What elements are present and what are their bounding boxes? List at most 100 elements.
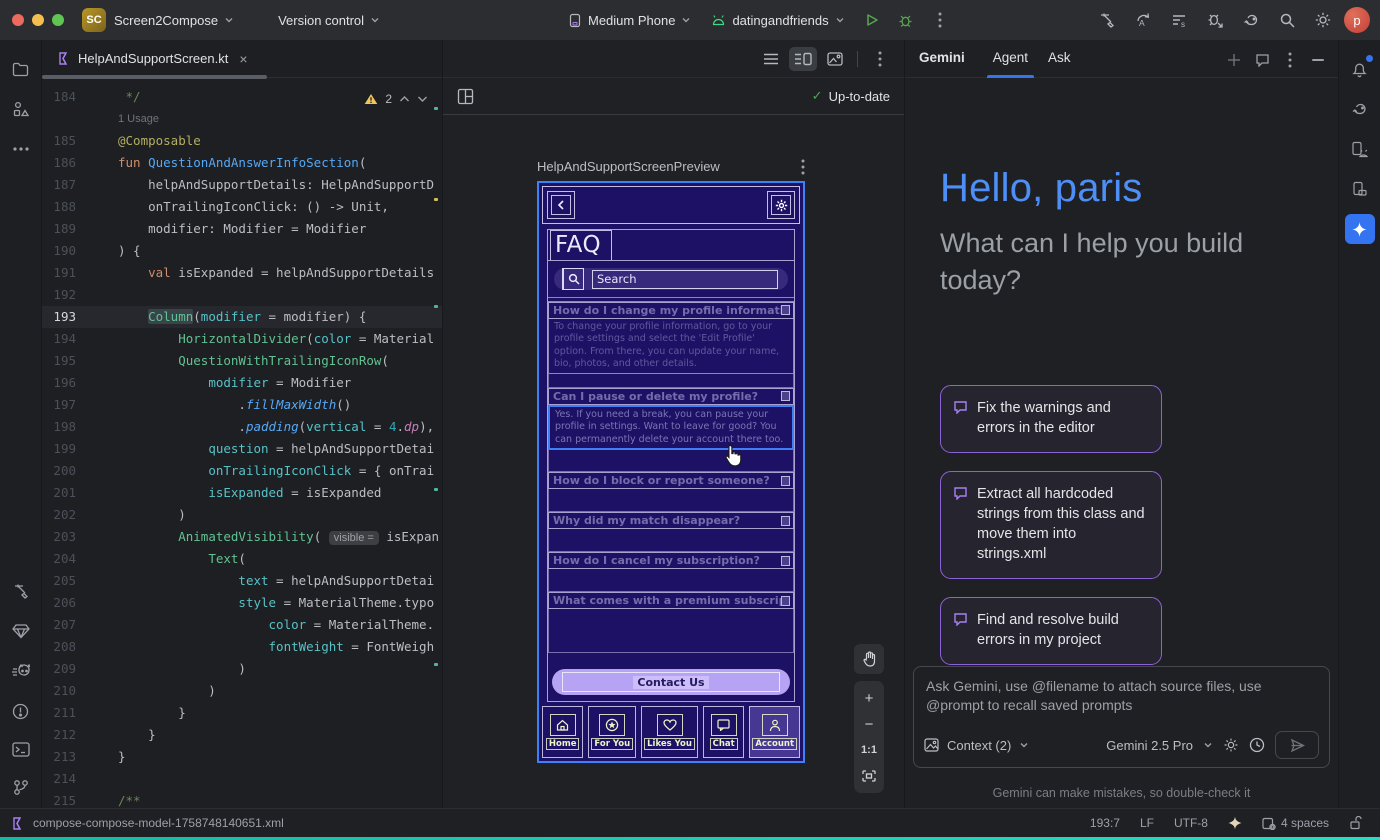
wireframe-settings-button[interactable] [767, 191, 795, 219]
code-line[interactable]: 198 .padding(vertical = 4.dp), [42, 416, 442, 438]
close-tab-icon[interactable]: × [239, 51, 247, 67]
model-selector[interactable]: Gemini 2.5 Pro [1106, 738, 1193, 753]
code-line[interactable]: 190) { [42, 240, 442, 262]
zoom-window-button[interactable] [52, 14, 64, 26]
studio-bot-status-icon[interactable] [1228, 816, 1242, 830]
prev-issue-icon[interactable] [399, 95, 410, 103]
gradle-sync-icon[interactable] [1236, 6, 1266, 34]
resource-manager-tool-button[interactable] [6, 94, 36, 124]
code-view-button[interactable] [757, 47, 785, 71]
history-icon[interactable] [1249, 737, 1265, 753]
faq-question[interactable]: Can I pause or delete my profile? [548, 388, 794, 405]
search-input[interactable]: Search [592, 270, 778, 289]
avatar[interactable]: p [1344, 7, 1370, 33]
code-line[interactable]: 192 [42, 284, 442, 306]
preview-title[interactable]: HelpAndSupportScreenPreview [537, 159, 720, 175]
tab-ask[interactable]: Ask [1038, 40, 1081, 78]
contact-us-button[interactable]: Contact Us [552, 669, 790, 695]
code-line[interactable]: 204 Text( [42, 548, 442, 570]
file-lock-toggle[interactable] [1349, 816, 1362, 830]
profiler-icon[interactable] [1200, 6, 1230, 34]
zoom-to-fit-button[interactable] [854, 763, 884, 789]
code-line[interactable]: 200 onTrailingIconClick = { onTrai [42, 460, 442, 482]
faq-question[interactable]: What comes with a premium subscription? [548, 592, 794, 609]
search-icon[interactable] [1272, 6, 1302, 34]
vcs-menu[interactable]: Version control [270, 9, 388, 32]
code-line[interactable]: 195 QuestionWithTrailingIconRow( [42, 350, 442, 372]
code-line[interactable]: 212 } [42, 724, 442, 746]
zoom-actual-size-button[interactable]: 1:1 [854, 737, 884, 763]
line-ending-selector[interactable]: LF [1140, 816, 1154, 830]
device-manager-button[interactable] [1345, 174, 1375, 204]
version-control-tool-button[interactable] [6, 772, 36, 802]
code-line[interactable]: 193 Column(modifier = modifier) { [42, 306, 442, 328]
faq-expand-toggle[interactable] [781, 556, 790, 566]
build-icon[interactable] [1092, 6, 1122, 34]
faq-expand-toggle[interactable] [781, 516, 790, 526]
code-line[interactable]: 201 isExpanded = isExpanded [42, 482, 442, 504]
faq-expand-toggle[interactable] [781, 476, 790, 486]
code-line[interactable]: 211 } [42, 702, 442, 724]
branch-selector[interactable]: datingandfriends [703, 9, 852, 32]
next-issue-icon[interactable] [417, 95, 428, 103]
code-line[interactable]: 214 [42, 768, 442, 790]
nav-item-account[interactable]: Account [749, 706, 800, 758]
minimize-window-button[interactable] [32, 14, 44, 26]
faq-answer[interactable]: To change your profile information, go t… [548, 319, 794, 374]
tab-helpandsupportscreen[interactable]: HelpAndSupportScreen.kt × [42, 40, 258, 77]
hide-panel-button[interactable] [1306, 48, 1330, 72]
faq-question[interactable]: How do I cancel my subscription? [548, 552, 794, 569]
more-actions-menu[interactable] [925, 6, 955, 34]
gemini-prompt-input[interactable]: Ask Gemini, use @filename to attach sour… [913, 666, 1330, 768]
tab-agent[interactable]: Agent [983, 40, 1038, 78]
faq-expand-toggle[interactable] [781, 596, 790, 606]
more-tools-button[interactable] [6, 134, 36, 164]
layout-grid-icon[interactable] [457, 88, 474, 105]
zoom-in-button[interactable]: + [854, 685, 884, 711]
app-quality-insights-button[interactable] [6, 616, 36, 646]
run-button[interactable] [857, 6, 887, 34]
code-line[interactable]: 187 helpAndSupportDetails: HelpAndSuppor… [42, 174, 442, 196]
code-line[interactable]: 213} [42, 746, 442, 768]
nav-item-likes-you[interactable]: Likes You [641, 706, 698, 758]
code-line[interactable]: 199 question = helpAndSupportDetai [42, 438, 442, 460]
code-line[interactable]: 191 val isExpanded = helpAndSupportDetai… [42, 262, 442, 284]
faq-question[interactable]: How do I block or report someone? [548, 472, 794, 489]
code-line[interactable]: 205 text = helpAndSupportDetai [42, 570, 442, 592]
suggestion-card[interactable]: Find and resolve build errors in my proj… [940, 597, 1162, 665]
prompt-settings-icon[interactable] [1223, 737, 1239, 753]
gradle-tool-button[interactable] [1345, 94, 1375, 124]
code-line[interactable]: 208 fontWeight = FontWeigh [42, 636, 442, 658]
device-selector[interactable]: Medium Phone [560, 9, 699, 32]
code-line[interactable]: 210 ) [42, 680, 442, 702]
attach-image-icon[interactable] [924, 738, 939, 752]
faq-expand-toggle[interactable] [781, 391, 790, 401]
compose-preview-frame[interactable]: FAQ Search How do I change my profile in… [537, 181, 805, 763]
suggestion-card[interactable]: Extract all hardcoded strings from this … [940, 471, 1162, 579]
nav-item-for-you[interactable]: For You [588, 706, 636, 758]
code-line[interactable]: 185@Composable [42, 130, 442, 152]
new-chat-button[interactable] [1222, 48, 1246, 72]
send-button[interactable] [1275, 731, 1319, 759]
code-line[interactable]: 194 HorizontalDivider(color = Material [42, 328, 442, 350]
search-bar[interactable]: Search [554, 268, 788, 290]
preview-options-menu[interactable] [866, 47, 894, 71]
code-line[interactable]: 186fun QuestionAndAnswerInfoSection( [42, 152, 442, 174]
code-line[interactable]: 1 Usage [42, 108, 442, 130]
faq-expand-toggle[interactable] [781, 305, 790, 315]
code-line[interactable]: 202 ) [42, 504, 442, 526]
terminal-tool-button[interactable] [6, 734, 36, 764]
gemini-options-menu[interactable] [1278, 48, 1302, 72]
nav-item-chat[interactable]: Chat [703, 706, 744, 758]
usage-hint[interactable]: 1 Usage [76, 108, 442, 130]
preview-item-menu[interactable] [801, 159, 805, 175]
window-controls[interactable] [12, 14, 64, 26]
task-list-icon[interactable]: s [1164, 6, 1194, 34]
faq-question[interactable]: How do I change my profile information? [548, 302, 794, 319]
indent-selector[interactable]: 4 spaces [1262, 816, 1329, 830]
zoom-out-button[interactable]: − [854, 711, 884, 737]
code-editor[interactable]: 184 */1 Usage185@Composable186fun Questi… [42, 78, 442, 812]
wireframe-back-button[interactable] [547, 191, 575, 219]
settings-icon[interactable] [1308, 6, 1338, 34]
code-line[interactable]: 196 modifier = Modifier [42, 372, 442, 394]
